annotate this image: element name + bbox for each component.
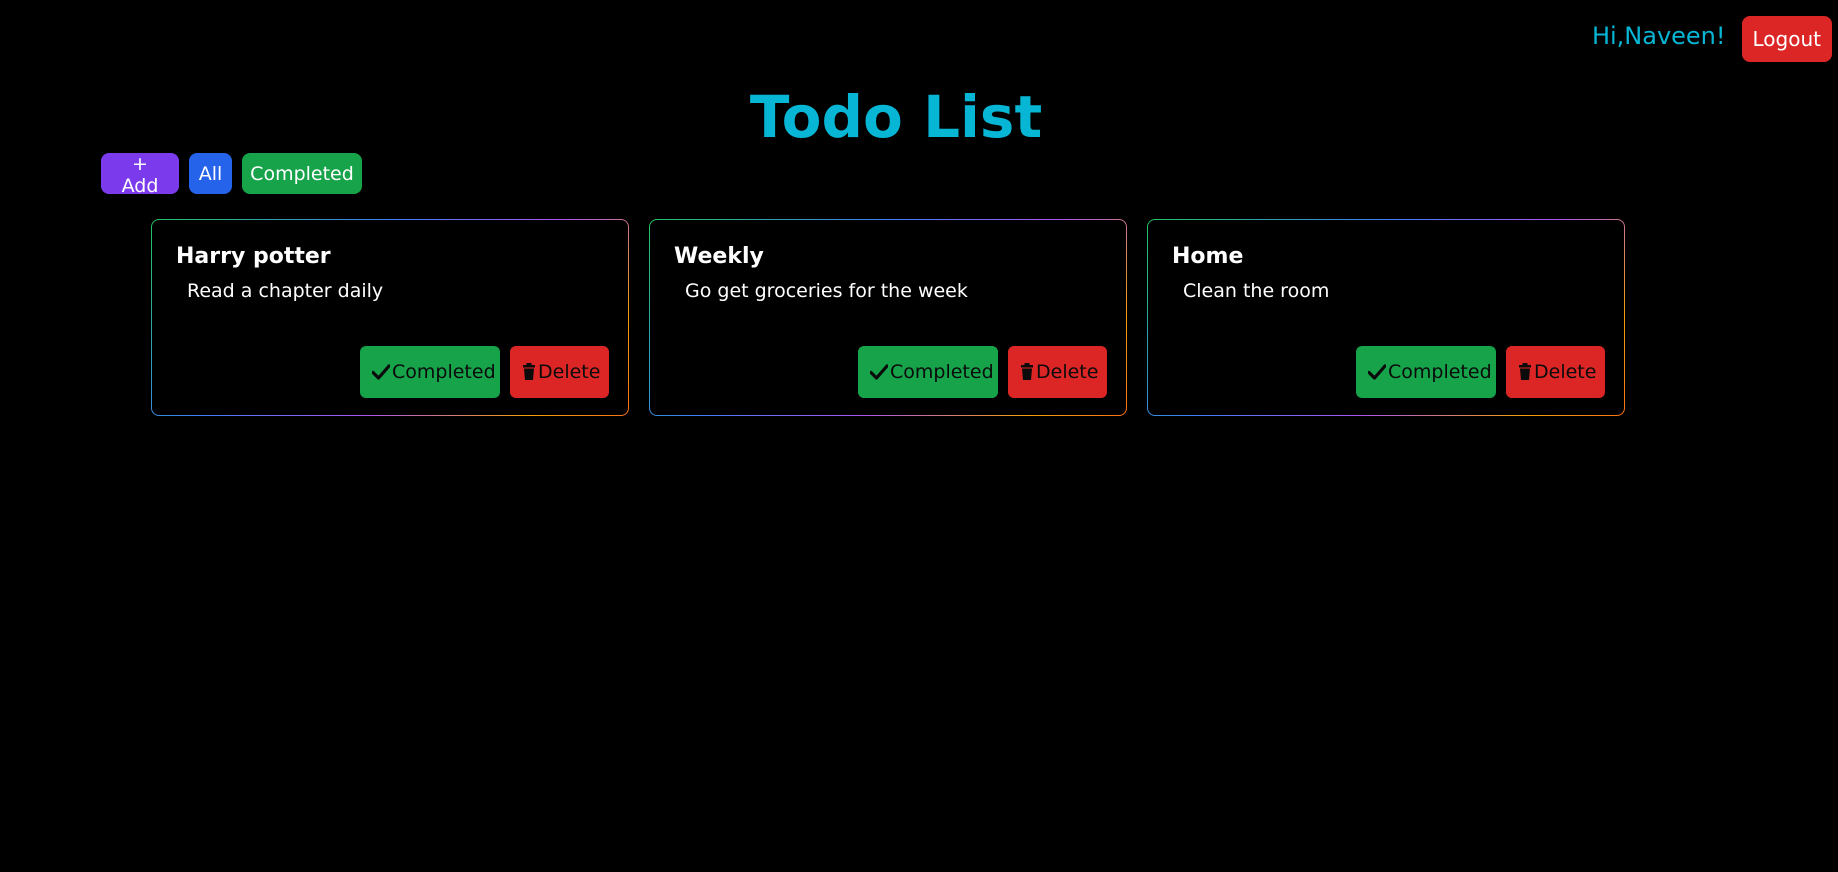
filter-all-button[interactable]: All xyxy=(189,153,232,194)
todo-list: Harry potter Read a chapter daily Comple… xyxy=(151,219,1625,416)
todo-title: Home xyxy=(1172,244,1244,269)
todo-actions: Completed Delete xyxy=(858,346,1107,398)
mark-completed-label: Completed xyxy=(392,361,496,383)
check-icon xyxy=(870,364,888,380)
todo-description: Go get groceries for the week xyxy=(685,280,968,302)
todo-description: Clean the room xyxy=(1183,280,1330,302)
trash-icon xyxy=(1021,363,1033,380)
greeting-text: Hi,Naveen! xyxy=(1591,22,1726,50)
add-todo-button[interactable]: + Add xyxy=(101,153,179,197)
mark-completed-label: Completed xyxy=(1388,361,1492,383)
todo-card: Weekly Go get groceries for the week Com… xyxy=(649,219,1127,416)
todo-card: Harry potter Read a chapter daily Comple… xyxy=(151,219,629,416)
todo-description: Read a chapter daily xyxy=(187,280,384,302)
mark-completed-button[interactable]: Completed xyxy=(1356,346,1496,398)
filter-completed-button[interactable]: Completed xyxy=(242,153,362,194)
todo-title: Harry potter xyxy=(176,244,331,269)
user-bar: Hi,Naveen! Logout xyxy=(1592,16,1832,62)
delete-button[interactable]: Delete xyxy=(1506,346,1605,398)
filter-bar: + Add All Completed xyxy=(101,153,362,197)
todo-card-body: Harry potter Read a chapter daily Comple… xyxy=(152,220,628,415)
delete-label: Delete xyxy=(1534,361,1597,383)
check-icon xyxy=(372,364,390,380)
todo-card-body: Home Clean the room Completed Delete xyxy=(1148,220,1624,415)
check-icon xyxy=(1368,364,1386,380)
logout-button[interactable]: Logout xyxy=(1741,16,1832,62)
mark-completed-button[interactable]: Completed xyxy=(360,346,500,398)
delete-button[interactable]: Delete xyxy=(1008,346,1107,398)
todo-card: Home Clean the room Completed Delete xyxy=(1147,219,1625,416)
todo-title: Weekly xyxy=(674,244,764,269)
page-title: Todo List xyxy=(749,83,1043,151)
trash-icon xyxy=(523,363,535,380)
delete-button[interactable]: Delete xyxy=(510,346,609,398)
mark-completed-label: Completed xyxy=(890,361,994,383)
delete-label: Delete xyxy=(1036,361,1099,383)
delete-label: Delete xyxy=(538,361,601,383)
trash-icon xyxy=(1519,363,1531,380)
todo-page: Hi,Naveen! Logout Todo List + Add All Co… xyxy=(0,0,1838,872)
todo-actions: Completed Delete xyxy=(360,346,609,398)
todo-card-body: Weekly Go get groceries for the week Com… xyxy=(650,220,1126,415)
mark-completed-button[interactable]: Completed xyxy=(858,346,998,398)
todo-actions: Completed Delete xyxy=(1356,346,1605,398)
